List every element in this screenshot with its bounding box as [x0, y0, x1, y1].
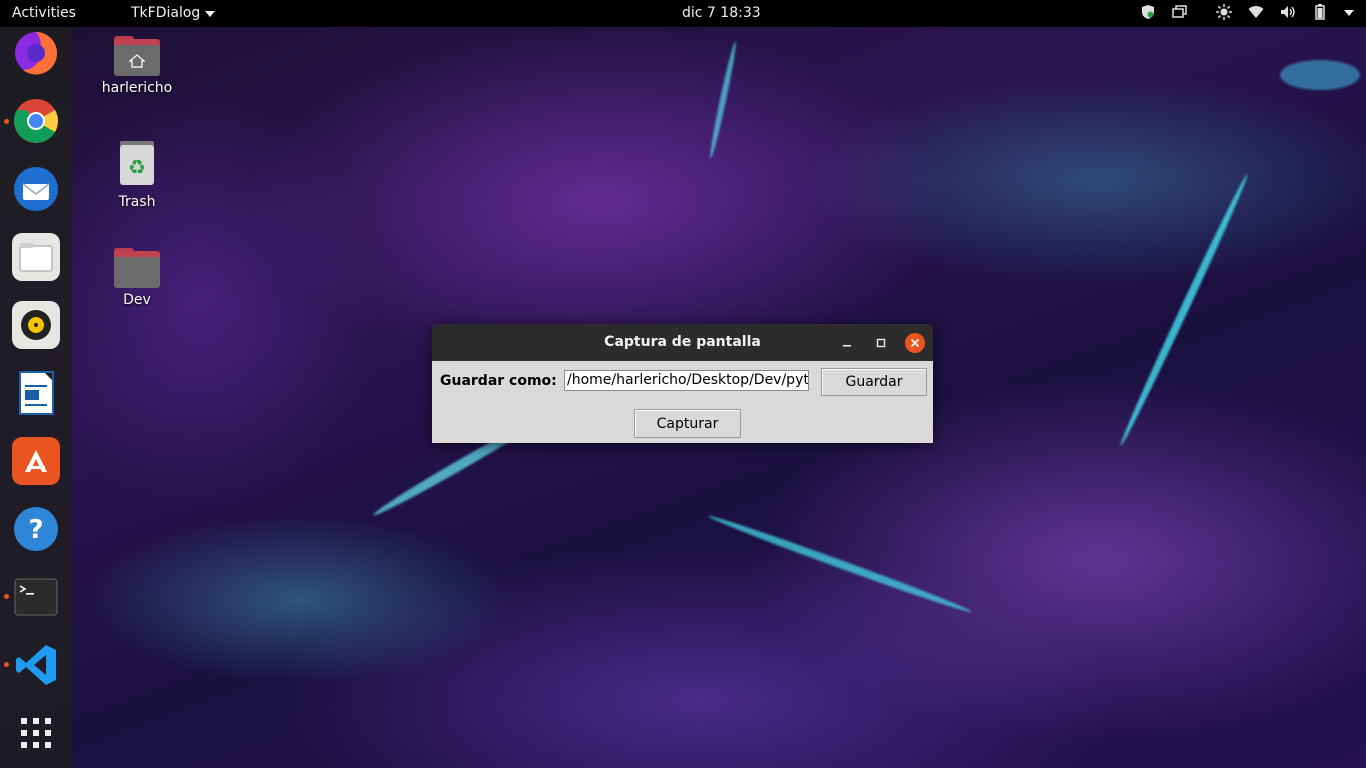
- minimize-button[interactable]: [837, 333, 857, 353]
- software-icon[interactable]: [12, 437, 60, 485]
- desktop-icon-home[interactable]: harlericho: [92, 36, 182, 96]
- path-input[interactable]: /home/harlericho/Desktop/Dev/pythor: [564, 370, 809, 391]
- top-bar: Activities TkFDialog dic 7 18:33: [0, 0, 1366, 27]
- svg-text:?: ?: [28, 515, 43, 545]
- writer-icon[interactable]: [12, 369, 60, 417]
- desktop-icon-label: Dev: [123, 292, 151, 308]
- save-as-label: Guardar como:: [440, 373, 557, 389]
- wallpaper-streak: [1280, 60, 1360, 90]
- save-button[interactable]: Guardar: [821, 368, 927, 396]
- rhythmbox-icon[interactable]: [12, 301, 60, 349]
- shield-icon[interactable]: [1140, 4, 1156, 20]
- desktop-icon-label: harlericho: [101, 80, 173, 96]
- screen-icon[interactable]: [1172, 4, 1188, 20]
- chevron-down-icon: [205, 10, 216, 17]
- dialog-title: Captura de pantalla: [604, 334, 761, 350]
- help-icon[interactable]: ?: [12, 505, 60, 553]
- files-icon[interactable]: [12, 233, 60, 281]
- capture-dialog: Captura de pantalla Guardar como: /home/…: [432, 324, 933, 443]
- chrome-icon[interactable]: [12, 97, 60, 145]
- folder-icon: [114, 248, 160, 288]
- activities-button[interactable]: Activities: [12, 5, 76, 21]
- app-grid-icon[interactable]: [12, 709, 60, 757]
- desktop-icon-trash[interactable]: ♻ Trash: [92, 140, 182, 210]
- terminal-icon[interactable]: [12, 573, 60, 621]
- wallpaper-streak: [1116, 172, 1252, 448]
- trash-icon: ♻: [117, 140, 157, 190]
- wallpaper-streak: [707, 40, 739, 160]
- capture-button[interactable]: Capturar: [634, 409, 741, 438]
- clock[interactable]: dic 7 18:33: [682, 5, 761, 21]
- maximize-button[interactable]: [871, 333, 891, 353]
- system-tray[interactable]: [1140, 4, 1354, 20]
- close-icon: [910, 338, 920, 348]
- running-indicator: [4, 119, 9, 124]
- app-menu-label: TkFDialog: [131, 5, 201, 21]
- home-folder-icon: [114, 36, 160, 76]
- wifi-icon[interactable]: [1248, 4, 1264, 20]
- minimize-icon: [843, 345, 851, 347]
- brightness-icon[interactable]: [1216, 4, 1232, 20]
- chevron-down-icon[interactable]: [1344, 9, 1354, 16]
- app-menu[interactable]: TkFDialog: [131, 5, 216, 21]
- running-indicator: [4, 594, 9, 599]
- dialog-body: Guardar como: /home/harlericho/Desktop/D…: [432, 361, 933, 443]
- thunderbird-icon[interactable]: [12, 165, 60, 213]
- volume-icon[interactable]: [1280, 4, 1296, 20]
- running-indicator: [4, 662, 9, 667]
- desktop-icon-label: Trash: [118, 194, 156, 210]
- vscode-icon[interactable]: [12, 641, 60, 689]
- firefox-icon[interactable]: [12, 29, 60, 77]
- desktop-icon-dev[interactable]: Dev: [92, 248, 182, 308]
- maximize-icon: [876, 338, 886, 348]
- close-button[interactable]: [905, 333, 925, 353]
- dock: ?: [0, 27, 72, 768]
- wallpaper-streak: [707, 512, 973, 616]
- battery-icon[interactable]: [1312, 4, 1328, 20]
- svg-text:♻: ♻: [128, 155, 146, 179]
- dialog-titlebar[interactable]: Captura de pantalla: [432, 324, 933, 361]
